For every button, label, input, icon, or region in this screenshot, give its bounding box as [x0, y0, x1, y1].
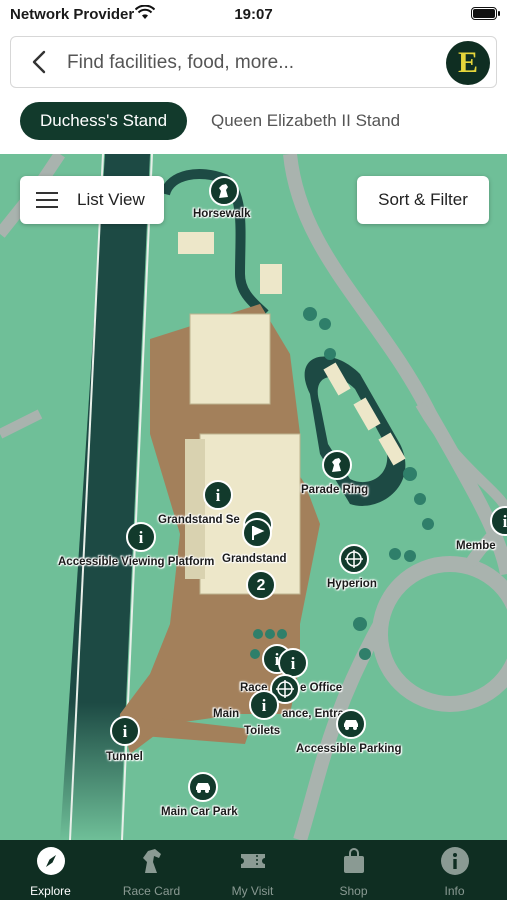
- grandstand-label: Grandstand: [222, 553, 287, 565]
- crosshair-icon: [276, 680, 294, 698]
- info-icon: [441, 847, 469, 875]
- hyperion-pin[interactable]: [339, 544, 369, 574]
- horse-head-icon: [143, 849, 161, 873]
- toilets-label: Toilets: [244, 725, 281, 737]
- main-car-park-label: Main Car Park: [161, 806, 238, 818]
- clock: 19:07: [234, 6, 273, 23]
- accessible-viewing-label: Accessible Viewing Platform: [58, 556, 215, 568]
- office-label: e Office: [300, 682, 343, 694]
- list-icon: [36, 192, 58, 208]
- members-label: Membe: [456, 540, 496, 552]
- horsewalk-pin[interactable]: [209, 176, 239, 206]
- crosshair-icon: [345, 550, 363, 568]
- tab-race-card-label: Race Card: [122, 884, 181, 898]
- horse-icon: [332, 458, 341, 472]
- tab-info[interactable]: Info: [404, 840, 505, 900]
- accessible-parking-pin[interactable]: [336, 709, 366, 739]
- main-car-park-pin[interactable]: [188, 772, 218, 802]
- cluster-pin-2[interactable]: 2: [246, 570, 276, 600]
- grandstand-pin[interactable]: [242, 518, 272, 548]
- tab-duchess-stand[interactable]: Duchess's Stand: [20, 102, 188, 140]
- parade-ring-label: Parade Ring: [301, 484, 369, 496]
- back-chevron-icon[interactable]: [27, 49, 53, 75]
- flag-icon: [252, 526, 265, 540]
- battery-icon: [471, 7, 500, 20]
- tunnel-label: Tunnel: [106, 751, 143, 763]
- main-label: Main: [213, 708, 240, 720]
- compass-icon: [37, 847, 65, 875]
- tab-explore[interactable]: Explore: [0, 840, 101, 900]
- tab-my-visit-label: My Visit: [231, 884, 274, 898]
- status-bar: Network Provider 19:07: [0, 0, 507, 30]
- list-view-label: List View: [77, 190, 145, 209]
- sort-filter-button[interactable]: Sort & Filter: [357, 176, 489, 224]
- hyperion-label: Hyperion: [327, 578, 377, 590]
- tab-explore-label: Explore: [30, 884, 71, 898]
- list-view-button[interactable]: List View: [20, 176, 164, 224]
- tunnel-pin[interactable]: i: [110, 716, 140, 746]
- tab-race-card[interactable]: Race Card: [101, 840, 202, 900]
- search-bar: E: [10, 36, 497, 88]
- parade-ring-pin[interactable]: [322, 450, 352, 480]
- map-background: [0, 154, 507, 840]
- entrance-label: ance, Entra: [282, 708, 344, 720]
- car-icon: [196, 783, 210, 793]
- toilets-pin[interactable]: i: [249, 690, 279, 720]
- tab-info-label: Info: [444, 884, 465, 898]
- ticket-icon: [241, 854, 265, 868]
- bag-icon: [344, 848, 364, 873]
- bottom-tab-bar: Explore Race Card My Visit Shop Info: [0, 840, 507, 900]
- accessible-parking-label: Accessible Parking: [296, 743, 402, 755]
- tab-shop-label: Shop: [339, 884, 368, 898]
- tab-queen-elizabeth-stand[interactable]: Queen Elizabeth II Stand: [191, 102, 420, 140]
- venue-map[interactable]: List View Sort & Filter Horsewalk Parade…: [0, 154, 507, 840]
- stand-tabs: Duchess's Stand Queen Elizabeth II Stand: [0, 98, 507, 154]
- venue-logo[interactable]: E: [446, 41, 490, 85]
- accessible-viewing-pin[interactable]: i: [126, 522, 156, 552]
- search-input[interactable]: [65, 45, 439, 81]
- car-icon: [344, 720, 358, 730]
- grandstand-seating-pin[interactable]: i: [203, 480, 233, 510]
- horse-icon: [219, 184, 228, 198]
- grandstand-seating-label: Grandstand Se: [158, 514, 240, 526]
- horsewalk-label: Horsewalk: [193, 208, 251, 220]
- tab-my-visit[interactable]: My Visit: [202, 840, 303, 900]
- tab-shop[interactable]: Shop: [303, 840, 404, 900]
